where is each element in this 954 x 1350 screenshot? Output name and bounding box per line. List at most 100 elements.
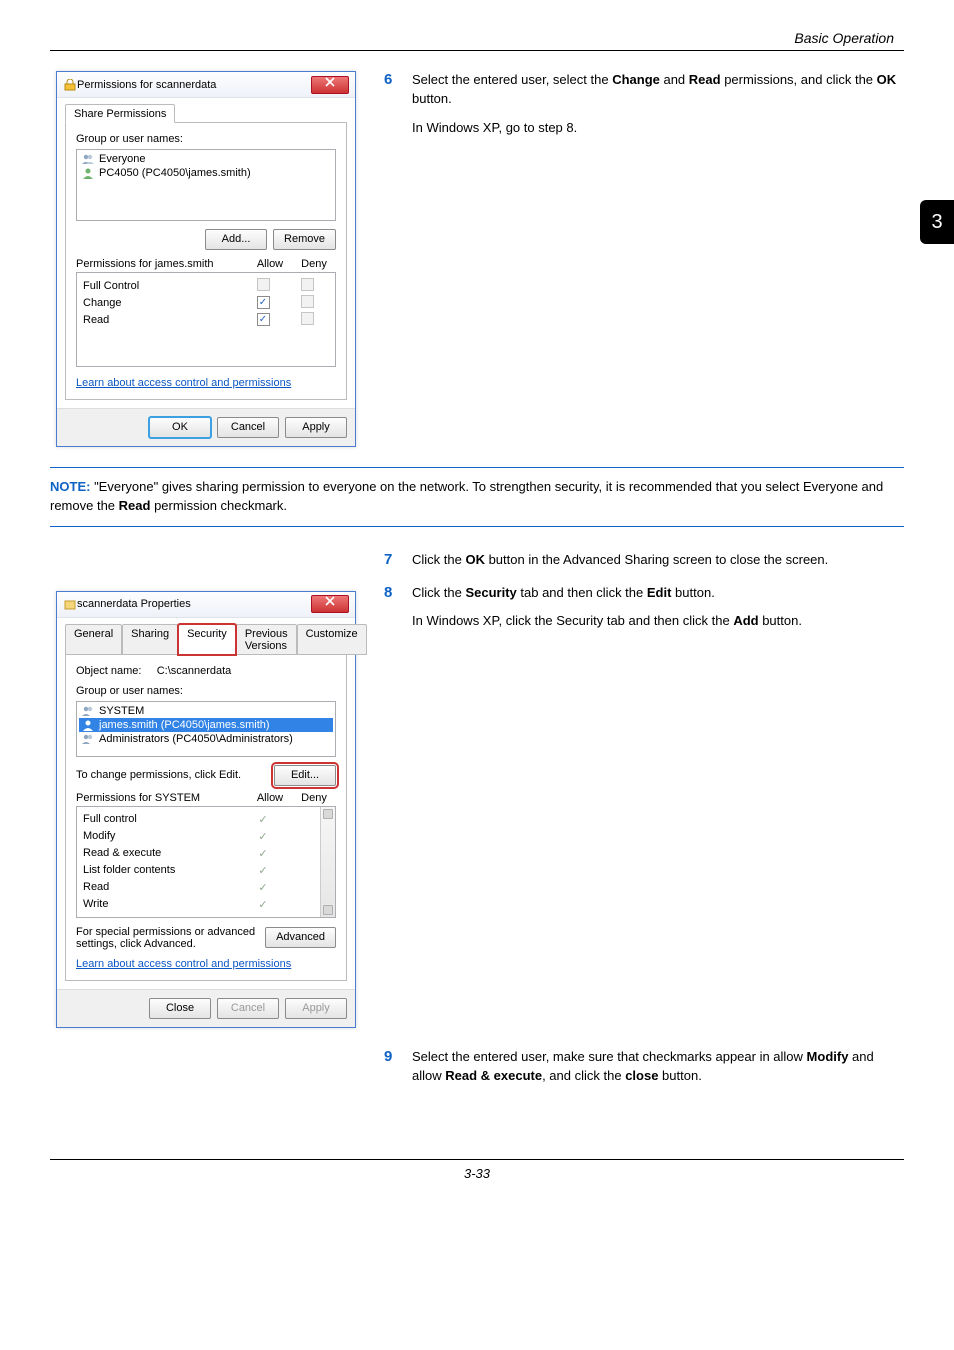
list-item-label: Administrators (PC4050\Administrators)	[99, 733, 293, 745]
step-text: Click the	[412, 552, 465, 567]
advanced-button[interactable]: Advanced	[265, 927, 336, 948]
col-deny: Deny	[292, 258, 336, 270]
perm-label: Read	[83, 881, 241, 893]
step-subtext: In Windows XP, go to step 8.	[412, 119, 904, 138]
user-icon	[81, 167, 95, 179]
step-number: 7	[384, 551, 398, 570]
close-button[interactable]	[311, 595, 349, 613]
note-block: NOTE: "Everyone" gives sharing permissio…	[50, 467, 904, 527]
page-header: Basic Operation	[50, 30, 904, 46]
step-text-bold: Add	[733, 613, 758, 628]
step-text: Select the entered user, make sure that …	[412, 1049, 807, 1064]
step-number: 8	[384, 584, 398, 632]
permissions-dialog: Permissions for scannerdata Share Permis…	[56, 71, 356, 447]
perm-label: Read	[83, 314, 241, 326]
step-text-bold: Security	[465, 585, 516, 600]
step-text-bold: Read	[689, 72, 721, 87]
step-text: tab and then click the	[517, 585, 647, 600]
allow-checkbox[interactable]: ✓	[257, 296, 270, 309]
chapter-tab: 3	[920, 200, 954, 244]
user-listbox[interactable]: Everyone PC4050 (PC4050\james.smith)	[76, 149, 336, 221]
step-9: 9 Select the entered user, make sure tha…	[384, 1048, 904, 1086]
ok-button[interactable]: OK	[149, 417, 211, 438]
tab-security[interactable]: Security	[178, 624, 236, 655]
col-allow: Allow	[248, 792, 292, 804]
group-label: Group or user names:	[76, 133, 336, 145]
learn-link[interactable]: Learn about access control and permissio…	[76, 377, 291, 389]
step-text: button.	[412, 91, 452, 106]
deny-checkbox[interactable]	[301, 295, 314, 308]
note-text: permission checkmark.	[150, 498, 287, 513]
step-text-bold: Read & execute	[445, 1068, 542, 1083]
perm-label: Change	[83, 297, 241, 309]
step-text: button.	[658, 1068, 701, 1083]
step-text: button in the Advanced Sharing screen to…	[485, 552, 828, 567]
list-item[interactable]: Everyone	[79, 152, 333, 166]
step-text-bold: OK	[877, 72, 897, 87]
dialog-title: Permissions for scannerdata	[77, 79, 311, 91]
step-text: Click the	[412, 585, 465, 600]
allow-tick-icon: ✓	[258, 848, 267, 860]
step-subtext: button.	[759, 613, 802, 628]
col-deny: Deny	[292, 792, 336, 804]
tab-sharing[interactable]: Sharing	[122, 624, 178, 655]
step-text-bold: Edit	[647, 585, 672, 600]
cancel-button[interactable]: Cancel	[217, 417, 279, 438]
deny-checkbox[interactable]	[301, 312, 314, 325]
perm-label: Write	[83, 898, 241, 910]
apply-button[interactable]: Apply	[285, 998, 347, 1019]
step-6: 6 Select the entered user, select the Ch…	[384, 71, 904, 138]
edit-button[interactable]: Edit...	[274, 765, 336, 786]
change-permissions-text: To change permissions, click Edit.	[76, 769, 266, 781]
perm-label: Read & execute	[83, 847, 241, 859]
scroll-up-button[interactable]	[323, 809, 333, 819]
page-footer: 3-33	[50, 1159, 904, 1181]
apply-button[interactable]: Apply	[285, 417, 347, 438]
step-text-bold: Change	[612, 72, 660, 87]
allow-checkbox[interactable]: ✓	[257, 313, 270, 326]
dialog-icon	[63, 79, 77, 91]
tab-customize[interactable]: Customize	[297, 624, 367, 655]
permissions-table: Full control✓ Modify✓ Read & execute✓ Li…	[76, 806, 336, 918]
user-listbox[interactable]: SYSTEM james.smith (PC4050\james.smith) …	[76, 701, 336, 757]
add-button[interactable]: Add...	[205, 229, 267, 250]
user-icon	[81, 719, 95, 731]
remove-button[interactable]: Remove	[273, 229, 336, 250]
properties-dialog: scannerdata Properties General Sharing S…	[56, 591, 356, 1028]
step-7: 7 Click the OK button in the Advanced Sh…	[384, 551, 904, 570]
deny-checkbox[interactable]	[301, 278, 314, 291]
object-name-label: Object name:	[76, 665, 141, 677]
perm-label: Full Control	[83, 280, 241, 292]
step-text: and	[660, 72, 689, 87]
advanced-text: For special permissions or advanced sett…	[76, 926, 257, 950]
permissions-table: Full Control Change ✓ Read ✓	[76, 272, 336, 367]
close-button[interactable]	[311, 76, 349, 94]
learn-link[interactable]: Learn about access control and permissio…	[76, 958, 291, 970]
tab-previous-versions[interactable]: Previous Versions	[236, 624, 297, 655]
cancel-button[interactable]: Cancel	[217, 998, 279, 1019]
dialog-title: scannerdata Properties	[77, 598, 311, 610]
list-item[interactable]: PC4050 (PC4050\james.smith)	[79, 166, 333, 180]
group-icon	[81, 153, 95, 165]
perm-label: Full control	[83, 813, 241, 825]
group-icon	[81, 705, 95, 717]
tab-share-permissions[interactable]: Share Permissions	[65, 104, 175, 123]
allow-tick-icon: ✓	[258, 814, 267, 826]
list-item-label: SYSTEM	[99, 705, 144, 717]
list-item[interactable]: Administrators (PC4050\Administrators)	[79, 732, 333, 746]
allow-tick-icon: ✓	[258, 882, 267, 894]
allow-tick-icon: ✓	[258, 865, 267, 877]
group-icon	[81, 733, 95, 745]
allow-checkbox[interactable]	[257, 278, 270, 291]
step-text: button.	[671, 585, 714, 600]
object-name-value: C:\scannerdata	[157, 665, 232, 677]
header-rule	[50, 50, 904, 51]
list-item[interactable]: SYSTEM	[79, 704, 333, 718]
scroll-down-button[interactable]	[323, 905, 333, 915]
list-item[interactable]: james.smith (PC4050\james.smith)	[79, 718, 333, 732]
close-button[interactable]: Close	[149, 998, 211, 1019]
tab-general[interactable]: General	[65, 624, 122, 655]
col-allow: Allow	[248, 258, 292, 270]
step-text-bold: close	[625, 1068, 658, 1083]
permissions-for-label: Permissions for SYSTEM	[76, 792, 248, 804]
